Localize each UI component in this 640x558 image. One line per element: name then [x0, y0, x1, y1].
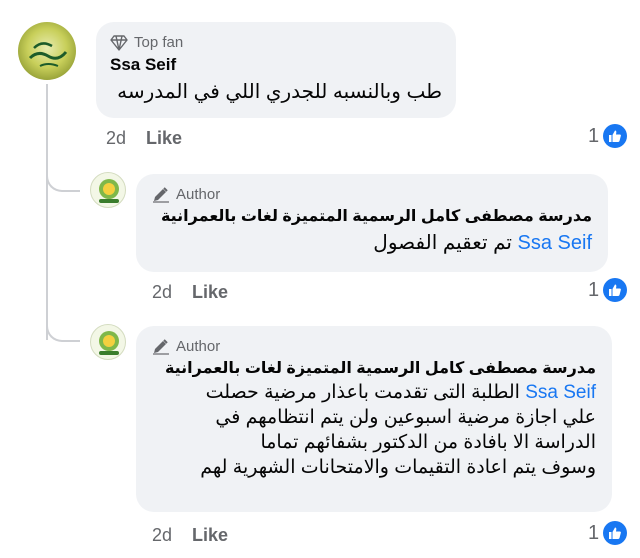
thread-branch — [46, 310, 80, 342]
avatar[interactable] — [90, 324, 126, 360]
reaction-summary[interactable]: 1 — [588, 278, 628, 302]
comment-author[interactable]: Ssa Seif — [110, 55, 442, 75]
like-button[interactable]: Like — [146, 128, 182, 149]
diamond-icon — [110, 34, 128, 51]
pencil-icon — [153, 338, 169, 355]
school-logo — [99, 331, 119, 355]
comment-author[interactable]: مدرسة مصطفى كامل الرسمية المتميزة لغات ب… — [152, 206, 592, 226]
reaction-count: 1 — [588, 521, 600, 544]
badge-label: Author — [176, 338, 221, 355]
badge-label: Top fan — [134, 34, 184, 51]
like-button[interactable]: Like — [192, 282, 228, 303]
badge-label: Author — [176, 186, 221, 203]
comment-time[interactable]: 2d — [152, 282, 172, 303]
comment-bubble: Top fan Ssa Seif طب وبالنسبه للجدري اللي… — [96, 22, 456, 118]
thread-line — [46, 84, 48, 340]
reaction-summary[interactable]: 1 — [588, 521, 628, 545]
comment-line: وسوف يتم اعادة التقيمات والامتحانات الشه… — [200, 457, 596, 478]
thread-branch — [46, 160, 80, 192]
comment-text: Ssa Seif تم تعقيم الفصول — [373, 232, 592, 254]
avatar[interactable] — [90, 172, 126, 208]
thumbs-up-icon — [603, 278, 628, 302]
school-logo — [99, 179, 119, 203]
comment-line: علي اجازة مرضية اسبوعين ولن يتم انتظامهم… — [215, 407, 596, 428]
thumbs-up-icon — [603, 124, 628, 148]
comment-actions: 2d Like — [152, 525, 228, 546]
calligraphy-logo — [28, 42, 68, 67]
comment-time[interactable]: 2d — [106, 128, 126, 149]
comment-actions: 2d Like — [106, 128, 182, 149]
reply-bubble: Author مدرسة مصطفى كامل الرسمية المتميزة… — [136, 174, 608, 272]
author-badge: Author — [152, 338, 596, 355]
comment-text: طب وبالنسبه للجدري اللي في المدرسه — [117, 81, 442, 103]
mention-link[interactable]: Ssa Seif — [525, 382, 596, 403]
thumbs-up-icon — [603, 521, 628, 545]
comment-text: Ssa Seif الطلبة التى تقدمت باعذار مرضية … — [152, 380, 596, 480]
reaction-summary[interactable]: 1 — [588, 124, 628, 148]
reaction-count: 1 — [588, 124, 600, 147]
comment-author[interactable]: مدرسة مصطفى كامل الرسمية المتميزة لغات ب… — [152, 358, 596, 378]
author-badge: Author — [152, 186, 592, 203]
reply-bubble: Author مدرسة مصطفى كامل الرسمية المتميزة… — [136, 326, 612, 512]
comment-line: الدراسة الا بافادة من الدكتور بشفائهم تم… — [260, 432, 596, 453]
mention-link[interactable]: Ssa Seif — [518, 232, 592, 254]
like-button[interactable]: Like — [192, 525, 228, 546]
comment-line: Ssa Seif الطلبة التى تقدمت باعذار مرضية … — [205, 382, 596, 403]
reaction-count: 1 — [588, 278, 600, 301]
comment-time[interactable]: 2d — [152, 525, 172, 546]
pencil-icon — [153, 186, 169, 203]
avatar[interactable] — [18, 22, 76, 80]
comment-actions: 2d Like — [152, 282, 228, 303]
top-fan-badge: Top fan — [110, 34, 442, 51]
